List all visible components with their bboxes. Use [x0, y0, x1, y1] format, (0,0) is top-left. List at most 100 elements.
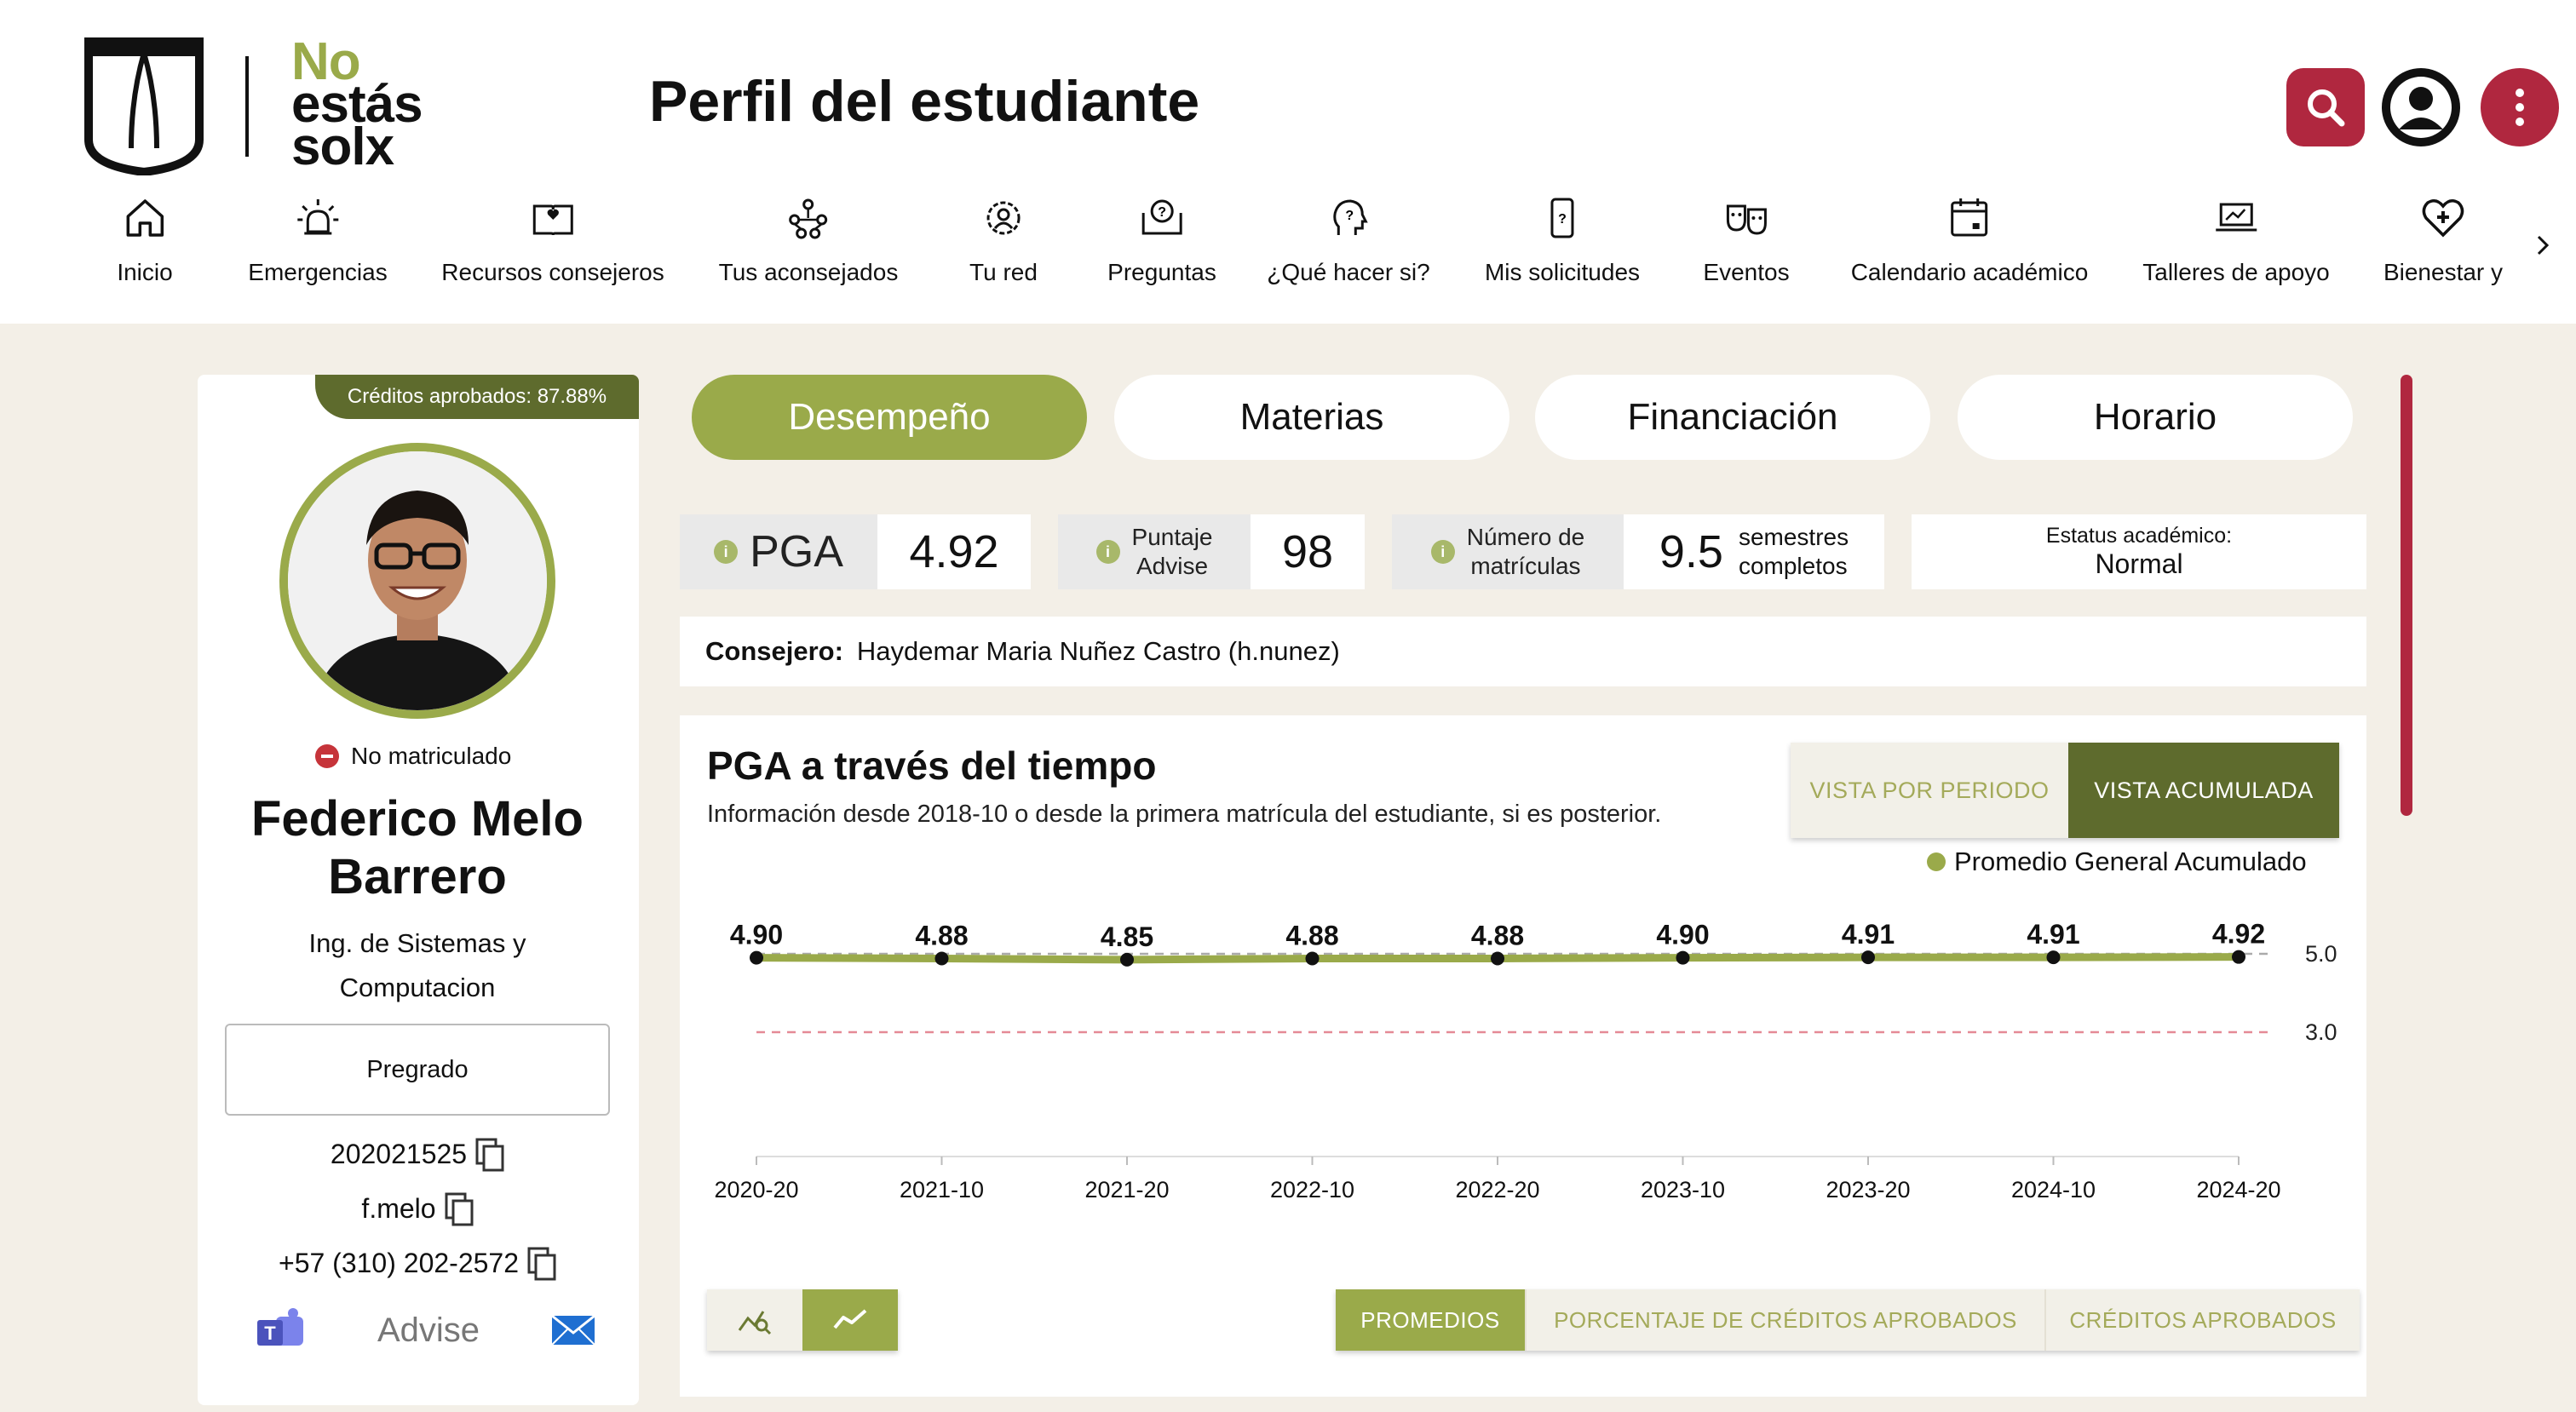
data-label: 4.90 [730, 920, 783, 950]
more-vertical-icon [2516, 89, 2524, 126]
student-username: f.melo [361, 1192, 436, 1224]
data-point [1676, 950, 1690, 965]
student-phone: +57 (310) 202-2572 [279, 1247, 519, 1278]
matriculas-value: 9.5 [1659, 526, 1723, 577]
people-network-icon [789, 198, 828, 239]
data-label: 4.88 [1471, 921, 1524, 951]
data-label: 4.90 [1656, 920, 1709, 950]
x-tick-label: 2021-20 [1084, 1177, 1169, 1202]
logo-divider [245, 56, 249, 157]
reference-line-label: 3.0 [2305, 1019, 2337, 1045]
academic-status-value: Normal [2095, 548, 2183, 579]
tab-desempeno[interactable]: Desempeño [692, 375, 1087, 460]
x-tick-label: 2022-10 [1270, 1177, 1354, 1202]
nav-item-eventos[interactable]: Eventos [1703, 194, 1790, 305]
pga-value: 4.92 [909, 526, 999, 577]
chart-zoom-icon [738, 1311, 772, 1335]
x-tick-label: 2021-10 [900, 1177, 984, 1202]
data-label: 4.92 [2212, 919, 2265, 950]
copy-icon[interactable] [474, 1136, 506, 1172]
user-profile-button[interactable] [2382, 68, 2460, 146]
svg-text:T: T [264, 1323, 276, 1344]
search-icon [2308, 89, 2345, 127]
student-phone-row: +57 (310) 202-2572 [198, 1245, 639, 1281]
info-icon[interactable]: i [714, 540, 739, 564]
data-point [1120, 952, 1134, 967]
metric-tab-creditos-aprobados[interactable]: CRÉDITOS APROBADOS [2046, 1289, 2360, 1351]
line-chart-icon [833, 1309, 867, 1329]
nav-item-bienestar[interactable]: Bienestar y [2383, 194, 2503, 305]
nav-item-mis-solicitudes[interactable]: ? Mis solicitudes [1485, 194, 1640, 305]
view-by-period-button[interactable]: VISTA POR PERIODO [1791, 743, 2068, 838]
data-point [750, 950, 763, 965]
user-icon [2390, 77, 2452, 138]
advise-link[interactable]: Advise [377, 1312, 480, 1350]
student-user-row: f.melo [198, 1191, 639, 1226]
nav-next-arrow-icon[interactable] [2530, 228, 2556, 262]
metric-tabs: PROMEDIOS PORCENTAJE DE CRÉDITOS APROBAD… [1336, 1289, 2360, 1351]
chart-subtitle: Información desde 2018-10 o desde la pri… [707, 801, 1662, 828]
x-tick-label: 2023-20 [1826, 1177, 1910, 1202]
university-shield-logo[interactable] [83, 37, 204, 175]
stat-advise-score: i Puntaje Advise 98 [1058, 514, 1365, 589]
nav-item-talleres-de-apoyo[interactable]: Talleres de apoyo [2142, 194, 2330, 305]
data-label: 4.88 [915, 921, 968, 951]
data-label: 4.91 [1842, 919, 1895, 950]
nav-item-tu-red[interactable]: Tu red [969, 194, 1038, 305]
question-book-icon: ? [1141, 199, 1182, 235]
tab-financiacion[interactable]: Financiación [1535, 375, 1930, 460]
search-button[interactable] [2286, 68, 2365, 146]
reference-line-label: 5.0 [2305, 941, 2337, 967]
data-point [1491, 951, 1504, 966]
data-point [2232, 950, 2245, 964]
nav-item-calendario-academico[interactable]: Calendario académico [1851, 194, 2088, 305]
request-phone-icon: ? [1550, 198, 1574, 238]
legend-swatch [1927, 852, 1946, 871]
data-label: 4.85 [1101, 921, 1153, 952]
copy-icon[interactable] [526, 1245, 558, 1281]
nav-item-tus-aconsejados[interactable]: Tus aconsejados [719, 194, 898, 305]
app-header: No estás solx Perfil del estudiante Inic… [0, 0, 2576, 324]
metric-tab-porcentaje-creditos[interactable]: PORCENTAJE DE CRÉDITOS APROBADOS [1527, 1289, 2046, 1351]
logo-wordmark: No estás solx [291, 32, 423, 176]
chart-type-toggle [707, 1289, 898, 1351]
info-icon[interactable]: i [1430, 540, 1455, 564]
nav-item-inicio[interactable]: Inicio [117, 194, 173, 305]
network-icon [986, 201, 1021, 235]
data-point [934, 951, 949, 966]
tab-materias[interactable]: Materias [1114, 375, 1509, 460]
data-label: 4.91 [2027, 919, 2079, 950]
nav-item-preguntas[interactable]: ? Preguntas [1107, 194, 1216, 305]
laptop-workshop-icon [2215, 203, 2257, 232]
svg-text:?: ? [1558, 212, 1567, 227]
program-level: Pregrado [225, 1024, 610, 1116]
info-icon[interactable]: i [1095, 540, 1120, 564]
line-chart-button[interactable] [802, 1289, 898, 1351]
question-head-icon: ? [1332, 199, 1368, 235]
teams-icon[interactable]: T [256, 1308, 307, 1352]
nav-item-recursos-consejeros[interactable]: Recursos consejeros [441, 194, 664, 305]
stat-pga: i PGA 4.92 [680, 514, 1031, 589]
tab-horario[interactable]: Horario [1958, 375, 2353, 460]
x-tick-label: 2024-10 [2011, 1177, 2096, 1202]
metric-tab-promedios[interactable]: PROMEDIOS [1336, 1289, 1527, 1351]
nav-item-emergencias[interactable]: Emergencias [248, 194, 388, 305]
more-options-button[interactable] [2481, 68, 2559, 146]
student-code-row: 202021525 [198, 1136, 639, 1172]
email-icon[interactable] [550, 1314, 596, 1346]
home-icon [126, 199, 164, 237]
data-point [2046, 950, 2061, 965]
main-navigation: Inicio Emergencias Recursos consejeros T… [0, 194, 2576, 305]
view-cumulative-button[interactable]: VISTA ACUMULADA [2068, 743, 2339, 838]
copy-icon[interactable] [443, 1191, 475, 1226]
enrollment-status: No matriculado [315, 743, 511, 770]
nav-item-que-hacer-si[interactable]: ? ¿Qué hacer si? [1267, 194, 1430, 305]
stat-academic-status: Estatus académico: Normal [1912, 514, 2366, 589]
stat-matriculas: i Número de matrículas 9.5 semestres compl… [1392, 514, 1884, 589]
student-name: Federico Melo Barrero [251, 791, 584, 904]
x-tick-label: 2022-20 [1455, 1177, 1539, 1202]
advise-score-value: 98 [1281, 526, 1334, 577]
scatter-chart-button[interactable] [707, 1289, 802, 1351]
chart-legend: Promedio General Acumulado [1927, 847, 2307, 877]
vertical-scrollbar[interactable] [2401, 375, 2412, 816]
